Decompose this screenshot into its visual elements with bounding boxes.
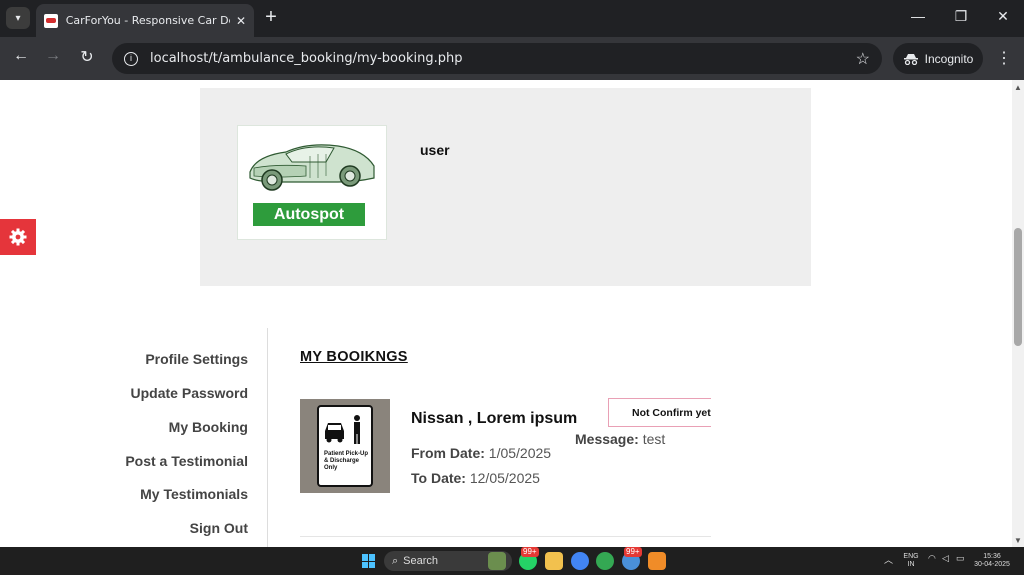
new-tab-button[interactable]: + xyxy=(260,6,282,29)
page-title: MY BOOIKNGS xyxy=(300,349,408,365)
start-button[interactable] xyxy=(362,554,376,568)
file-explorer-icon[interactable] xyxy=(545,552,563,570)
incognito-icon xyxy=(903,53,918,65)
wifi-icon[interactable]: ◠ xyxy=(928,553,936,564)
minimize-icon[interactable]: — xyxy=(908,8,928,24)
bookmark-star-icon[interactable]: ☆ xyxy=(856,49,870,69)
sign-text: Patient Pick-Up & Discharge Only xyxy=(324,451,369,471)
booking-message: Message: test xyxy=(575,431,665,447)
language-code: ENG xyxy=(903,553,919,560)
page-scrollbar[interactable]: ▲ ▼ xyxy=(1012,80,1024,547)
sidebar-item-post-testimonial[interactable]: Post a Testimonial xyxy=(125,453,248,469)
clock-date: 30-04-2025 xyxy=(974,561,1010,568)
sidebar-item-update-password[interactable]: Update Password xyxy=(131,385,248,401)
region-code: IN xyxy=(907,561,915,568)
reload-icon[interactable]: ↻ xyxy=(76,47,98,67)
scroll-down-icon[interactable]: ▼ xyxy=(1014,536,1022,545)
sidebar-item-profile-settings[interactable]: Profile Settings xyxy=(145,351,248,367)
to-date-value: 12/05/2025 xyxy=(469,470,540,486)
tab-search-button[interactable]: ▾ xyxy=(6,7,30,29)
booking-vehicle-image[interactable]: Patient Pick-Up & Discharge Only xyxy=(300,399,390,493)
xampp-icon[interactable] xyxy=(648,552,666,570)
browser-tab-bar: ▾ CarForYou - Responsive Car Dealer ✕ + … xyxy=(0,0,1024,37)
browser-app-badge: 99+ xyxy=(624,547,642,557)
chrome-incognito-icon[interactable] xyxy=(596,552,614,570)
booking-status-badge: Not Confirm yet xyxy=(608,398,711,427)
booking-divider xyxy=(300,536,711,537)
incognito-indicator[interactable]: Incognito xyxy=(893,43,983,74)
booking-from-date-row: From Date: 1/05/2025 xyxy=(411,445,551,461)
account-sidebar: Profile Settings Update Password My Book… xyxy=(100,328,268,547)
clock-time: 15:36 xyxy=(983,553,1001,560)
browser-toolbar: ← → ↻ i localhost/t/ambulance_booking/my… xyxy=(0,37,1024,80)
profile-avatar: Autospot xyxy=(237,125,387,240)
scrollbar-thumb[interactable] xyxy=(1014,228,1022,346)
message-value: test xyxy=(642,431,666,447)
sidebar-item-sign-out[interactable]: Sign Out xyxy=(190,520,248,536)
chrome-icon[interactable] xyxy=(571,552,589,570)
battery-icon[interactable]: ▭ xyxy=(956,553,965,564)
search-icon: ⌕ xyxy=(392,554,399,567)
page-viewport: Autospot user Profile Settings Update Pa… xyxy=(0,80,1012,547)
settings-gear-button[interactable] xyxy=(0,219,36,255)
tray-overflow-icon[interactable]: ︿ xyxy=(884,553,893,566)
to-date-label: To Date: xyxy=(411,470,466,486)
back-icon[interactable]: ← xyxy=(10,47,32,65)
language-indicator[interactable]: ENG IN xyxy=(901,553,921,569)
clock[interactable]: 15:36 30-04-2025 xyxy=(972,553,1012,569)
gear-icon xyxy=(9,228,27,246)
logo-wordmark: Autospot xyxy=(253,203,365,226)
taskbar-search-label: Search xyxy=(403,555,439,567)
car-logo-icon xyxy=(249,144,375,191)
restore-icon[interactable]: ❐ xyxy=(951,8,971,25)
sidebar-item-my-booking[interactable]: My Booking xyxy=(169,419,248,435)
forward-icon[interactable]: → xyxy=(42,47,64,65)
volume-icon[interactable]: ◁ xyxy=(942,553,949,564)
scroll-up-icon[interactable]: ▲ xyxy=(1014,83,1022,92)
site-info-icon[interactable]: i xyxy=(124,51,138,66)
pickup-sign-image: Patient Pick-Up & Discharge Only xyxy=(317,405,373,487)
windows-logo-icon xyxy=(362,554,368,561)
widgets-icon[interactable] xyxy=(488,552,506,570)
car-and-person-icon xyxy=(325,415,360,444)
booking-to-date-row: To Date: 12/05/2025 xyxy=(411,470,540,486)
tab-close-icon[interactable]: ✕ xyxy=(236,14,246,28)
tab-title: CarForYou - Responsive Car Dealer xyxy=(65,14,230,27)
browser-menu-icon[interactable]: ⋮ xyxy=(996,48,1012,68)
from-date-value: 1/05/2025 xyxy=(488,445,552,461)
sidebar-item-my-testimonials[interactable]: My Testimonials xyxy=(140,486,248,502)
browser-tab[interactable]: CarForYou - Responsive Car Dealer ✕ xyxy=(36,4,254,37)
window-close-icon[interactable]: ✕ xyxy=(993,8,1013,25)
message-label: Message: xyxy=(575,431,639,447)
incognito-label: Incognito xyxy=(924,51,974,66)
address-bar[interactable]: i localhost/t/ambulance_booking/my-booki… xyxy=(112,43,882,74)
from-date-label: From Date: xyxy=(411,445,485,461)
url-text[interactable]: localhost/t/ambulance_booking/my-booking… xyxy=(150,51,856,66)
profile-username: user xyxy=(420,142,450,158)
site-favicon-icon xyxy=(44,13,58,28)
booking-vehicle-name[interactable]: Nissan , Lorem ipsum xyxy=(411,410,577,428)
profile-header: Autospot user xyxy=(200,88,811,286)
whatsapp-badge: 99+ xyxy=(521,547,539,557)
windows-taskbar: ⌕ Search 99+ 99+ ︿ ENG IN ◠ ◁ ▭ 15:36 30… xyxy=(0,547,1024,575)
